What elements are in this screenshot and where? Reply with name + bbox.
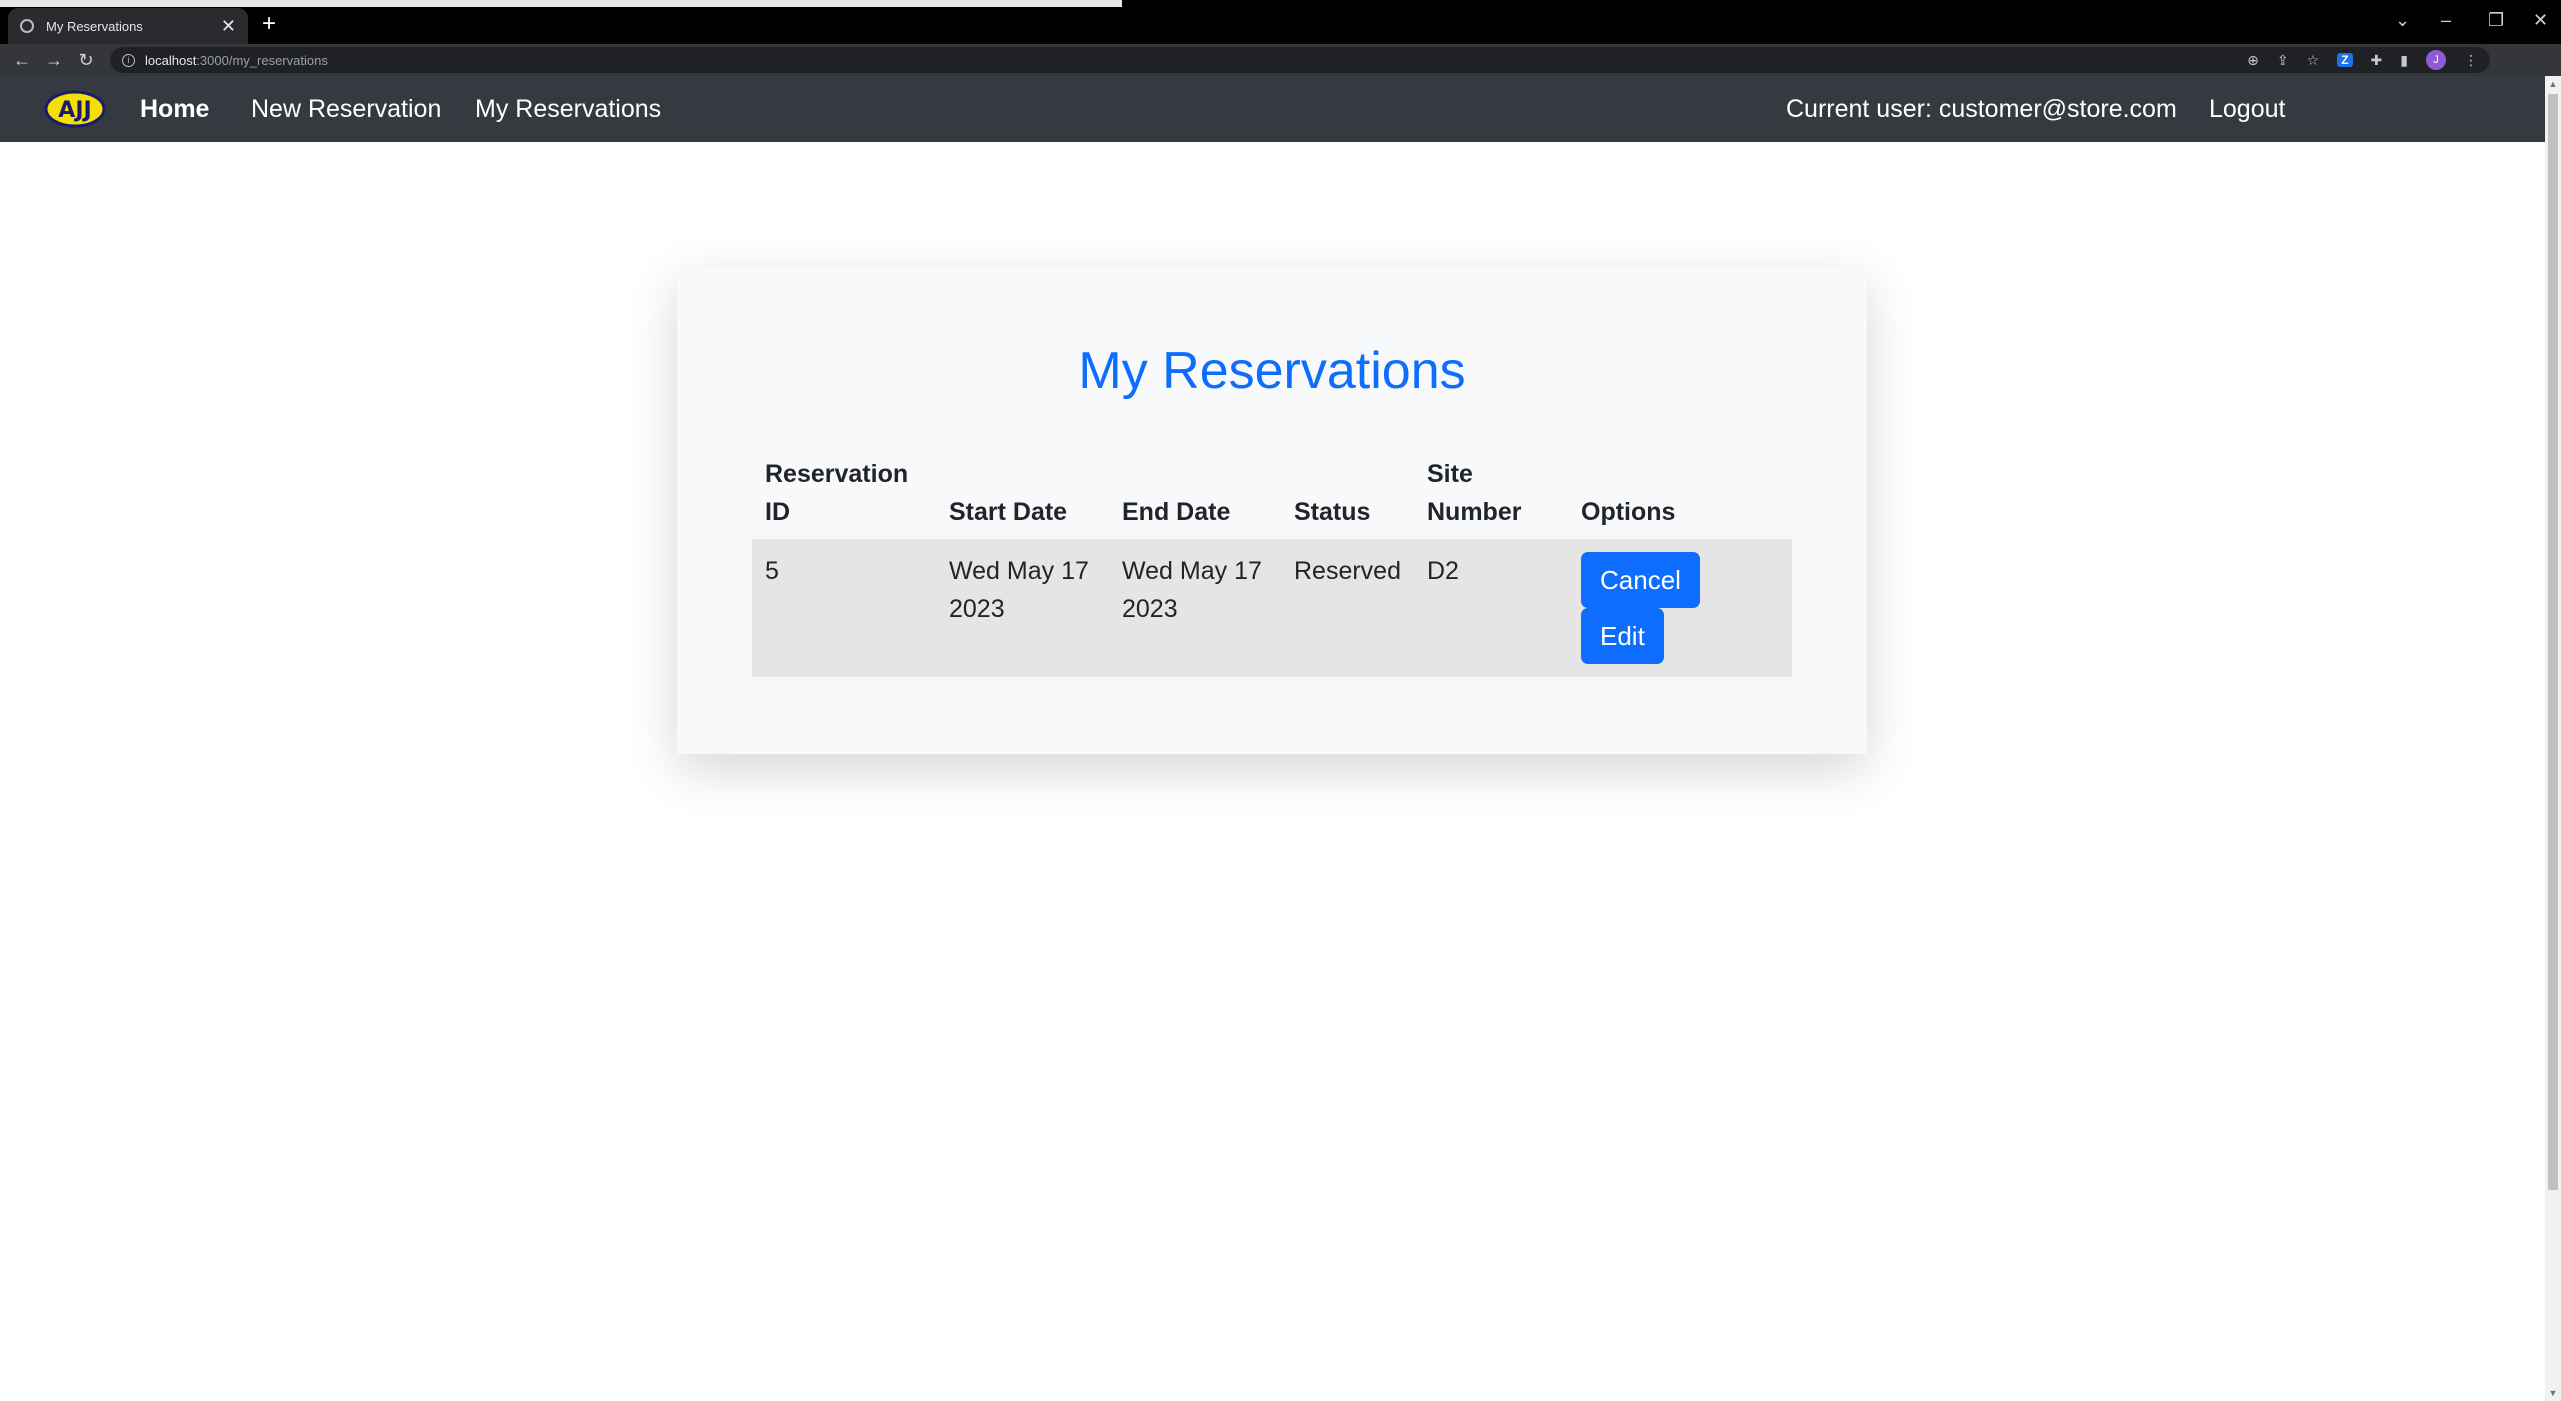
site-navbar: AJJ Home New Reservation My Reservations…: [0, 76, 2545, 142]
close-window-icon[interactable]: ✕: [2533, 8, 2548, 32]
back-icon[interactable]: ←: [6, 44, 38, 76]
browser-menu-icon[interactable]: ⋮: [2464, 52, 2478, 69]
scroll-down-arrow-icon[interactable]: ▼: [2545, 1385, 2561, 1401]
table-header-row: Reservation ID Start Date End Date Statu…: [752, 455, 1792, 539]
cell-start-date: Wed May 17 2023: [936, 539, 1109, 677]
globe-icon: [20, 19, 34, 33]
minimize-icon[interactable]: –: [2441, 8, 2451, 32]
cell-site-number: D2: [1414, 539, 1568, 677]
tab-search-icon[interactable]: ⌄: [2395, 8, 2410, 32]
bookmark-star-icon[interactable]: ☆: [2307, 52, 2320, 69]
nav-home[interactable]: Home: [140, 76, 209, 142]
scrollbar-thumb[interactable]: [2548, 94, 2558, 1190]
page-title: My Reservations: [1078, 342, 1466, 400]
cell-options: CancelEdit: [1568, 539, 1792, 677]
side-panel-icon[interactable]: ▮: [2400, 52, 2408, 69]
address-bar[interactable]: i localhost:3000/my_reservations ⊕ ⇪ ☆ Z…: [110, 47, 2490, 73]
header-start-date: Start Date: [949, 498, 1068, 526]
browser-tab-strip: My Reservations ✕ + ⌄ – ❐ ✕: [0, 0, 2561, 44]
forward-icon[interactable]: →: [38, 44, 70, 76]
edit-button[interactable]: Edit: [1581, 608, 1664, 664]
site-info-icon[interactable]: i: [122, 53, 135, 67]
brand-text: AJJ: [58, 98, 91, 123]
cell-status: Reserved: [1281, 539, 1414, 677]
new-tab-button[interactable]: +: [262, 10, 276, 38]
cell-end-date: Wed May 17 2023: [1109, 539, 1281, 677]
scroll-up-arrow-icon[interactable]: ▲: [2545, 76, 2561, 92]
current-user-label: Current user: customer@store.com: [1786, 95, 2177, 123]
table-row: 5 Wed May 17 2023 Wed May 17 2023 Reserv…: [752, 539, 1792, 677]
reload-icon[interactable]: ↻: [70, 44, 102, 76]
extension-z-icon[interactable]: Z: [2337, 53, 2353, 67]
reservations-table: Reservation ID Start Date End Date Statu…: [752, 455, 1792, 677]
cell-reservation-id: 5: [752, 539, 936, 677]
cancel-button[interactable]: Cancel: [1581, 552, 1700, 608]
page-scrollbar[interactable]: ▲ ▼: [2545, 76, 2561, 1401]
tab-title: My Reservations: [46, 18, 143, 34]
url-path: :3000/my_reservations: [196, 52, 328, 68]
brand-logo[interactable]: AJJ: [44, 90, 106, 128]
url-host: localhost: [145, 52, 197, 68]
header-status: Status: [1294, 498, 1371, 526]
nav-new-reservation[interactable]: New Reservation: [251, 76, 441, 142]
header-site-number: Site Number: [1427, 460, 1522, 526]
close-tab-icon[interactable]: ✕: [221, 17, 236, 35]
logout-link[interactable]: Logout: [2209, 76, 2285, 142]
share-icon[interactable]: ⇪: [2277, 52, 2289, 69]
restore-icon[interactable]: ❐: [2488, 8, 2504, 32]
reservations-card: My Reservations Reservation ID Start Dat…: [677, 267, 1867, 754]
nav-my-reservations[interactable]: My Reservations: [475, 76, 661, 142]
header-end-date: End Date: [1122, 498, 1231, 526]
extensions-puzzle-icon[interactable]: ✚: [2371, 52, 2383, 69]
page-load-progress: [0, 0, 1122, 7]
header-options: Options: [1581, 498, 1676, 526]
browser-tab[interactable]: My Reservations ✕: [8, 8, 248, 44]
header-reservation-id: Reservation ID: [765, 460, 909, 526]
zoom-icon[interactable]: ⊕: [2247, 52, 2259, 69]
profile-avatar[interactable]: J: [2426, 50, 2446, 70]
